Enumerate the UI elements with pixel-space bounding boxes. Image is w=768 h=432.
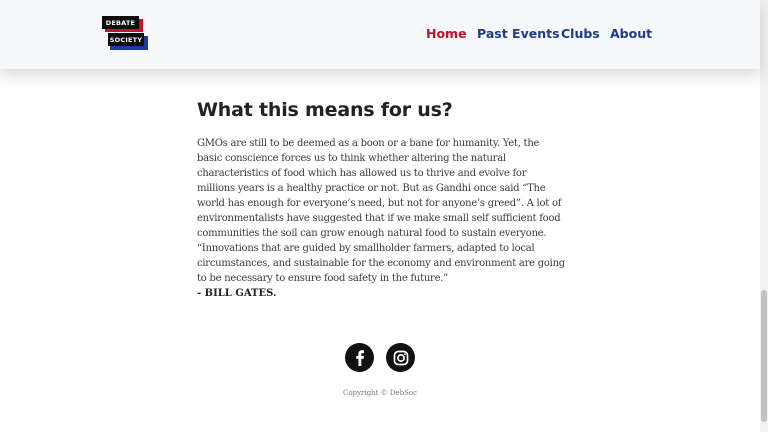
debate-society-logo[interactable]: DEBATE SOCIETY [102, 15, 148, 55]
scrollbar-thumb[interactable] [761, 290, 767, 422]
copyright-text: Copyright © DebSoc [342, 389, 417, 397]
social-links [345, 343, 415, 372]
main-nav: Home Past Events Clubs About [426, 26, 652, 41]
logo-text-bottom: SOCIETY [108, 33, 144, 46]
nav-about[interactable]: About [610, 26, 652, 41]
nav-past-events[interactable]: Past Events [477, 26, 561, 41]
article-section: What this means for us? GMOs are still t… [197, 99, 567, 301]
facebook-icon [355, 349, 364, 366]
facebook-link[interactable] [345, 343, 374, 372]
article-body: GMOs are still to be deemed as a boon or… [197, 138, 565, 284]
quote-author: - BILL GATES. [197, 288, 277, 299]
nav-home[interactable]: Home [426, 26, 477, 41]
page-scrollbar[interactable] [760, 0, 768, 432]
section-heading: What this means for us? [197, 99, 453, 121]
logo-text-top: DEBATE [102, 16, 139, 29]
instagram-link[interactable] [386, 343, 415, 372]
nav-clubs[interactable]: Clubs [561, 26, 610, 41]
site-header: DEBATE SOCIETY Home Past Events Clubs Ab… [0, 0, 760, 69]
instagram-icon [393, 350, 408, 365]
